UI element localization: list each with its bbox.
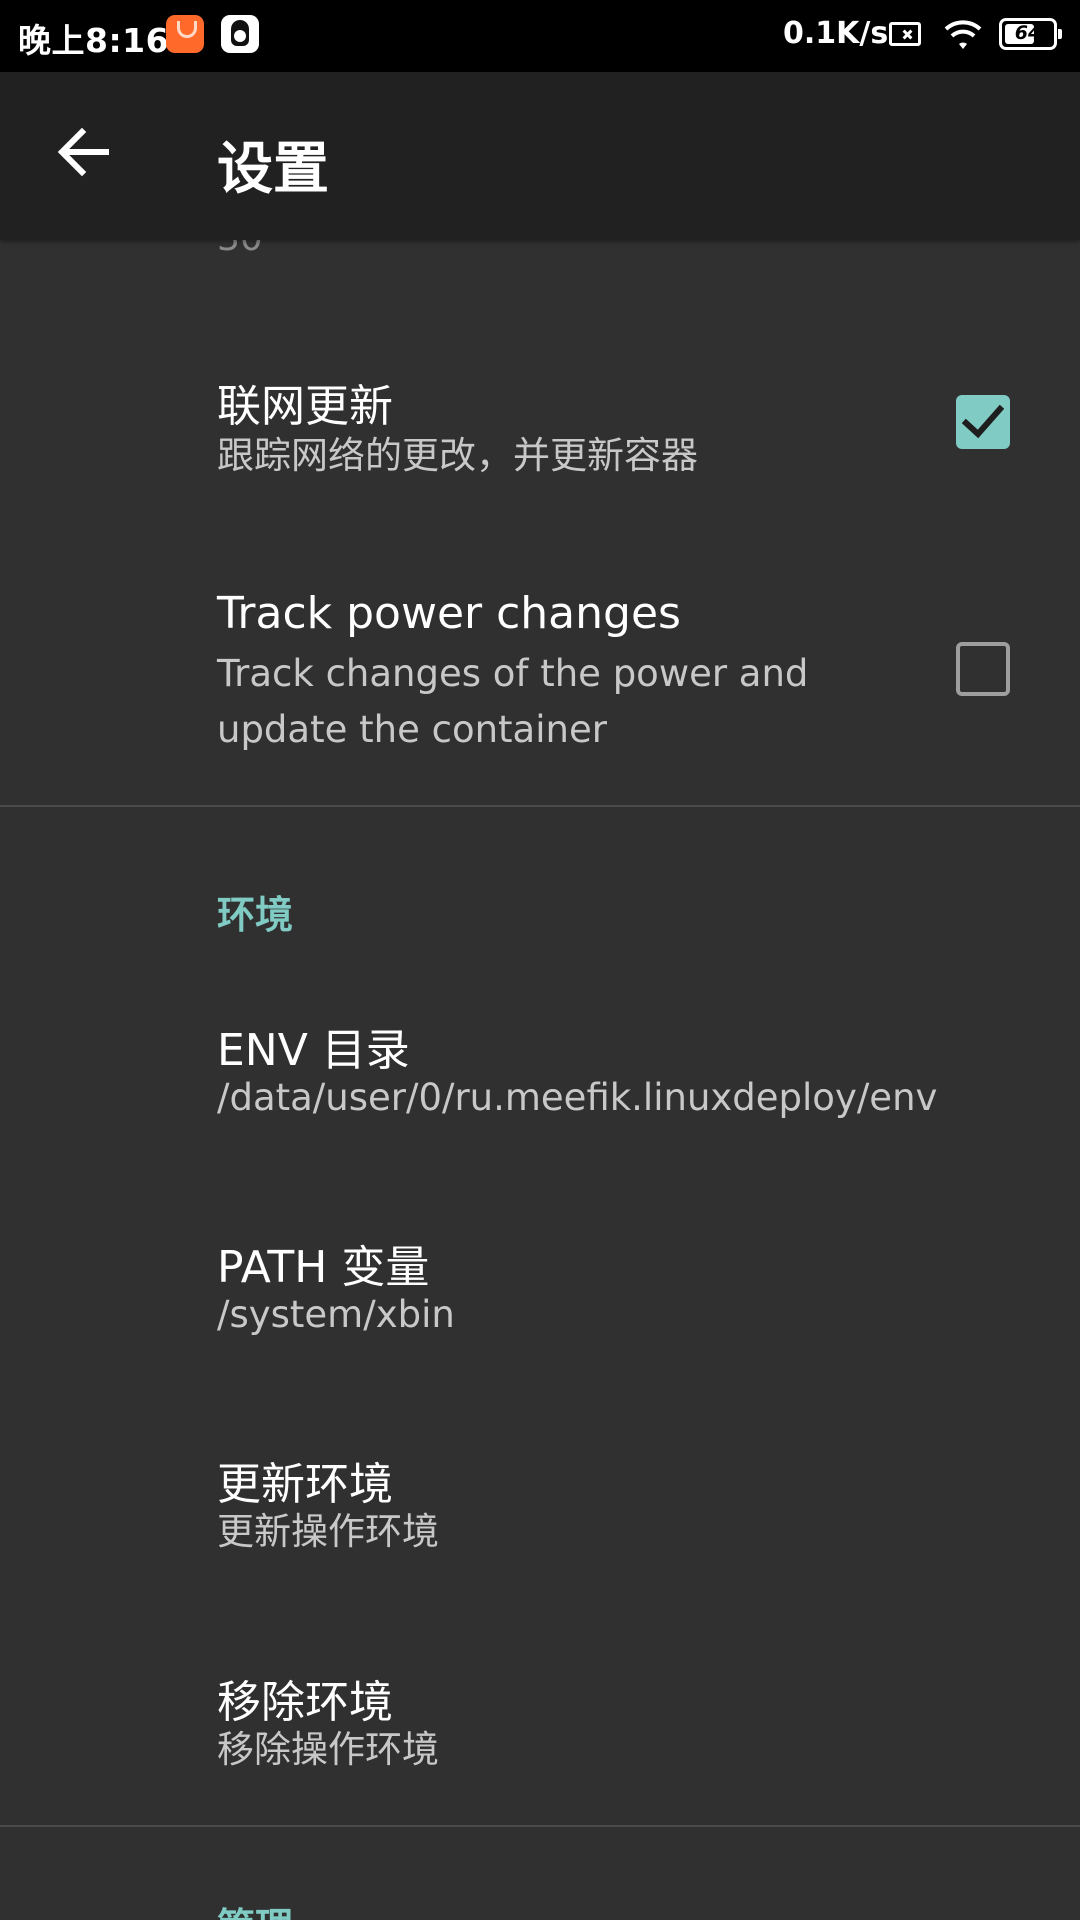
pref-summary: 更新操作环境 bbox=[217, 1510, 439, 1553]
section-divider bbox=[0, 1825, 1080, 1827]
pref-title: PATH 变量 bbox=[217, 1242, 430, 1293]
status-time: 晚上8:16 bbox=[18, 21, 170, 60]
app-toolbar: 设置 bbox=[0, 72, 1080, 240]
network-update-checkbox[interactable] bbox=[956, 395, 1010, 449]
pref-title: ENV 目录 bbox=[217, 1025, 410, 1076]
pref-update-environment[interactable]: 更新环境 更新操作环境 bbox=[0, 1442, 1080, 1572]
qq-icon bbox=[221, 15, 259, 53]
pref-summary: /system/xbin bbox=[217, 1293, 455, 1336]
pref-summary: 跟踪网络的更改，并更新容器 bbox=[217, 434, 698, 477]
mi-store-icon bbox=[166, 15, 204, 53]
pref-path-variable[interactable]: PATH 变量 /system/xbin bbox=[0, 1225, 1080, 1355]
pref-summary: /data/user/0/ru.meefik.linuxdeploy/env bbox=[217, 1076, 938, 1119]
no-sim-icon bbox=[889, 22, 921, 46]
category-header-environment: 环境 bbox=[217, 893, 294, 937]
pref-title: 联网更新 bbox=[217, 381, 393, 432]
pref-env-directory[interactable]: ENV 目录 /data/user/0/ru.meefik.linuxdeplo… bbox=[0, 1008, 1080, 1138]
track-power-checkbox[interactable] bbox=[956, 642, 1010, 696]
pref-title: Track power changes bbox=[217, 588, 681, 639]
page-title: 设置 bbox=[217, 137, 329, 202]
preference-list[interactable]: 30 联网更新 跟踪网络的更改，并更新容器 Track power change… bbox=[0, 0, 1080, 1920]
pref-network-update[interactable]: 联网更新 跟踪网络的更改，并更新容器 bbox=[0, 360, 1080, 490]
battery-percentage: 64 bbox=[1014, 22, 1042, 44]
pref-title: 移除环境 bbox=[217, 1677, 393, 1728]
category-header-management: 管理 bbox=[217, 1896, 293, 1920]
pref-remove-environment[interactable]: 移除环境 移除操作环境 bbox=[0, 1660, 1080, 1790]
back-button[interactable] bbox=[44, 112, 124, 192]
section-divider bbox=[0, 805, 1080, 807]
status-bar: 晚上8:16 0.1K/s 64 bbox=[0, 0, 1080, 72]
network-speed: 0.1K/s bbox=[783, 16, 889, 51]
pref-summary: 移除操作环境 bbox=[217, 1728, 439, 1771]
wifi-icon bbox=[944, 20, 982, 49]
check-icon bbox=[962, 404, 1004, 439]
pref-track-power-changes[interactable]: Track power changes Track changes of the… bbox=[0, 580, 1080, 760]
settings-screen: 30 联网更新 跟踪网络的更改，并更新容器 Track power change… bbox=[0, 0, 1080, 1920]
pref-summary: Track changes of the power and update th… bbox=[217, 652, 809, 751]
arrow-back-icon bbox=[57, 127, 109, 177]
pref-title: 更新环境 bbox=[217, 1459, 393, 1510]
battery-icon: 64 bbox=[999, 18, 1062, 50]
